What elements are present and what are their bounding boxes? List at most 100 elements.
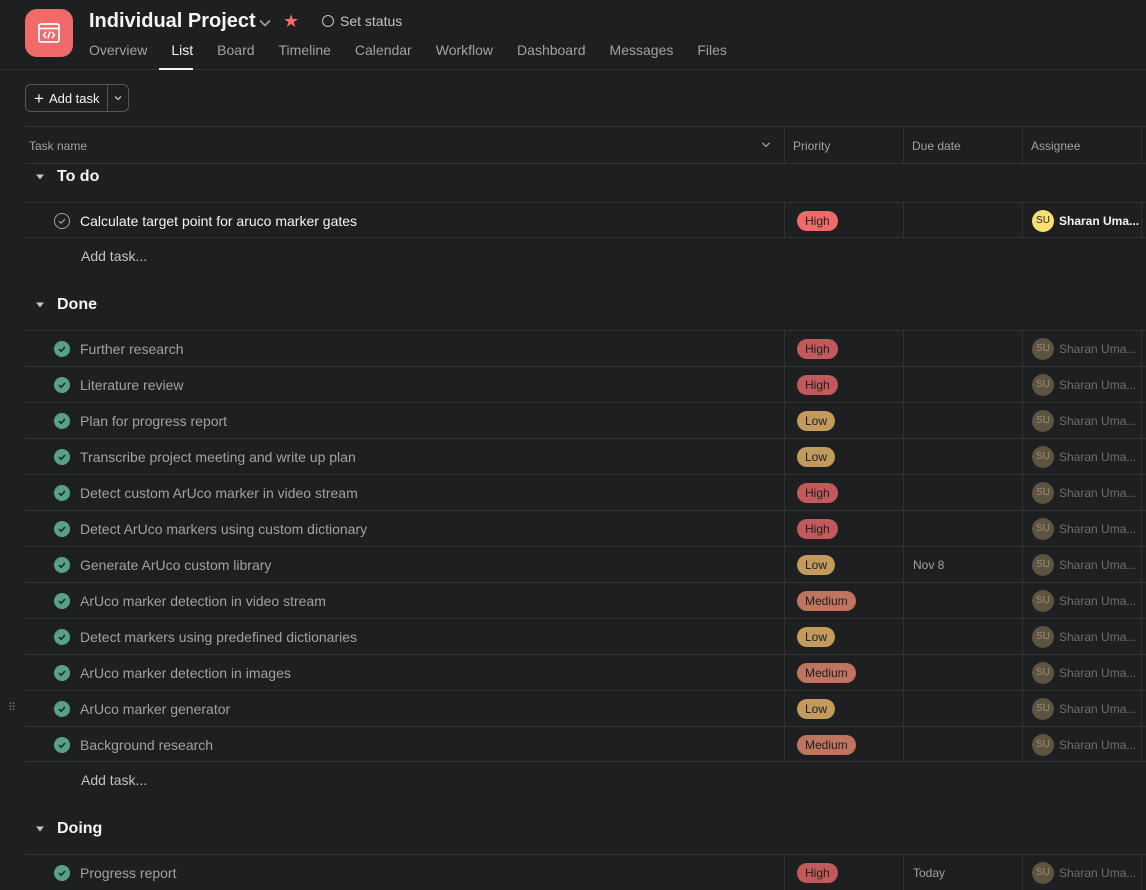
- tab-workflow[interactable]: Workflow: [424, 42, 505, 68]
- column-header-due-date[interactable]: Due date: [903, 127, 1022, 164]
- project-icon[interactable]: [25, 9, 73, 57]
- priority-cell[interactable]: High: [784, 475, 903, 510]
- task-name-cell[interactable]: Background research: [25, 727, 784, 762]
- set-status-button[interactable]: Set status: [322, 13, 402, 29]
- assignee-cell[interactable]: SU Sharan Uma...: [1022, 203, 1142, 238]
- due-date-cell[interactable]: [903, 367, 1022, 402]
- table-row[interactable]: Plan for progress report Low SU Sharan Uma.…: [25, 402, 1146, 438]
- favorite-star-icon[interactable]: ★: [283, 11, 299, 32]
- incomplete-check-icon[interactable]: [54, 212, 70, 229]
- priority-cell[interactable]: High: [784, 511, 903, 546]
- assignee-cell[interactable]: SU Sharan Uma...: [1022, 691, 1142, 726]
- priority-cell[interactable]: High: [784, 855, 903, 890]
- completed-check-icon[interactable]: [54, 520, 70, 537]
- task-name[interactable]: ArUco marker generator: [80, 701, 230, 717]
- chevron-down-icon[interactable]: [760, 139, 772, 151]
- task-name-cell[interactable]: ArUco marker detection in video stream: [25, 583, 784, 618]
- task-name-cell[interactable]: Plan for progress report: [25, 403, 784, 438]
- task-name[interactable]: Further research: [80, 341, 183, 357]
- due-date-cell[interactable]: [903, 439, 1022, 474]
- table-row[interactable]: Detect custom ArUco marker in video stre…: [25, 474, 1146, 510]
- priority-cell[interactable]: Low: [784, 547, 903, 582]
- table-row[interactable]: Detect markers using predefined dictiona…: [25, 618, 1146, 654]
- task-name[interactable]: Transcribe project meeting and write up …: [80, 449, 356, 465]
- collapse-triangle-icon[interactable]: [33, 170, 47, 184]
- task-name-cell[interactable]: Transcribe project meeting and write up …: [25, 439, 784, 474]
- assignee-cell[interactable]: SU Sharan Uma...: [1022, 855, 1142, 890]
- column-header-priority[interactable]: Priority: [784, 127, 903, 164]
- due-date-cell[interactable]: [903, 511, 1022, 546]
- task-name[interactable]: Detect markers using predefined dictiona…: [80, 629, 357, 645]
- due-date-cell[interactable]: [903, 331, 1022, 366]
- add-task-inline-button[interactable]: Add task...: [25, 238, 147, 274]
- task-name[interactable]: Literature review: [80, 377, 184, 393]
- add-task-button[interactable]: + Add task: [26, 85, 108, 111]
- due-date-cell[interactable]: [903, 403, 1022, 438]
- task-name[interactable]: Calculate target point for aruco marker …: [80, 213, 357, 229]
- table-row[interactable]: Progress report High Today SU Sharan Uma...: [25, 854, 1146, 890]
- completed-check-icon[interactable]: [54, 736, 70, 753]
- task-name[interactable]: ArUco marker detection in video stream: [80, 593, 326, 609]
- task-name-cell[interactable]: ArUco marker generator: [25, 691, 784, 726]
- tab-list[interactable]: List: [159, 42, 205, 70]
- completed-check-icon[interactable]: [54, 340, 70, 357]
- priority-cell[interactable]: Low: [784, 403, 903, 438]
- table-row[interactable]: Further research High SU Sharan Uma...: [25, 330, 1146, 366]
- priority-cell[interactable]: High: [784, 203, 903, 238]
- completed-check-icon[interactable]: [54, 556, 70, 573]
- project-title[interactable]: Individual Project: [89, 10, 256, 33]
- tab-dashboard[interactable]: Dashboard: [505, 42, 598, 68]
- due-date-cell[interactable]: Nov 8: [903, 547, 1022, 582]
- due-date-cell[interactable]: [903, 475, 1022, 510]
- table-row[interactable]: Detect ArUco markers using custom dictio…: [25, 510, 1146, 546]
- table-row[interactable]: Calculate target point for aruco marker …: [25, 202, 1146, 238]
- priority-cell[interactable]: High: [784, 367, 903, 402]
- assignee-cell[interactable]: SU Sharan Uma...: [1022, 511, 1142, 546]
- assignee-cell[interactable]: SU Sharan Uma...: [1022, 619, 1142, 654]
- priority-cell[interactable]: Low: [784, 691, 903, 726]
- assignee-cell[interactable]: SU Sharan Uma...: [1022, 475, 1142, 510]
- column-header-assignee[interactable]: Assignee: [1022, 127, 1142, 164]
- priority-cell[interactable]: Medium: [784, 727, 903, 762]
- due-date-cell[interactable]: [903, 583, 1022, 618]
- due-date-cell[interactable]: [903, 203, 1022, 238]
- due-date-cell[interactable]: [903, 727, 1022, 762]
- tab-files[interactable]: Files: [685, 42, 739, 68]
- completed-check-icon[interactable]: [54, 592, 70, 609]
- priority-cell[interactable]: Low: [784, 619, 903, 654]
- chevron-down-icon[interactable]: [256, 14, 274, 32]
- table-row[interactable]: ArUco marker detection in images Medium SU…: [25, 654, 1146, 690]
- tab-timeline[interactable]: Timeline: [267, 42, 343, 68]
- add-task-inline-button[interactable]: Add task...: [25, 762, 147, 798]
- tab-overview[interactable]: Overview: [89, 42, 159, 68]
- task-name[interactable]: Background research: [80, 737, 213, 753]
- table-row[interactable]: Generate ArUco custom library Low Nov 8 SU S…: [25, 546, 1146, 582]
- drag-handle-icon[interactable]: ⠿: [8, 701, 16, 715]
- add-task-dropdown[interactable]: [108, 85, 128, 111]
- table-row[interactable]: Transcribe project meeting and write up …: [25, 438, 1146, 474]
- tab-calendar[interactable]: Calendar: [343, 42, 424, 68]
- table-row[interactable]: Background research Medium SU Sharan Uma...: [25, 726, 1146, 762]
- table-row[interactable]: ArUco marker detection in video stream Me…: [25, 582, 1146, 618]
- completed-check-icon[interactable]: [54, 376, 70, 393]
- completed-check-icon[interactable]: [54, 412, 70, 429]
- task-name[interactable]: Detect ArUco markers using custom dictio…: [80, 521, 367, 537]
- assignee-cell[interactable]: SU Sharan Uma...: [1022, 583, 1142, 618]
- priority-cell[interactable]: High: [784, 331, 903, 366]
- completed-check-icon[interactable]: [54, 628, 70, 645]
- assignee-cell[interactable]: SU Sharan Uma...: [1022, 655, 1142, 690]
- task-name[interactable]: ArUco marker detection in images: [80, 665, 291, 681]
- task-name-cell[interactable]: Progress report: [25, 855, 784, 890]
- collapse-triangle-icon[interactable]: [33, 822, 47, 836]
- assignee-cell[interactable]: SU Sharan Uma...: [1022, 403, 1142, 438]
- priority-cell[interactable]: Medium: [784, 583, 903, 618]
- priority-cell[interactable]: Low: [784, 439, 903, 474]
- task-name-cell[interactable]: Generate ArUco custom library: [25, 547, 784, 582]
- task-name-cell[interactable]: Detect markers using predefined dictiona…: [25, 619, 784, 654]
- completed-check-icon[interactable]: [54, 664, 70, 681]
- assignee-cell[interactable]: SU Sharan Uma...: [1022, 547, 1142, 582]
- tab-messages[interactable]: Messages: [598, 42, 686, 68]
- priority-cell[interactable]: Medium: [784, 655, 903, 690]
- task-name-cell[interactable]: Calculate target point for aruco marker …: [25, 203, 784, 238]
- completed-check-icon[interactable]: [54, 484, 70, 501]
